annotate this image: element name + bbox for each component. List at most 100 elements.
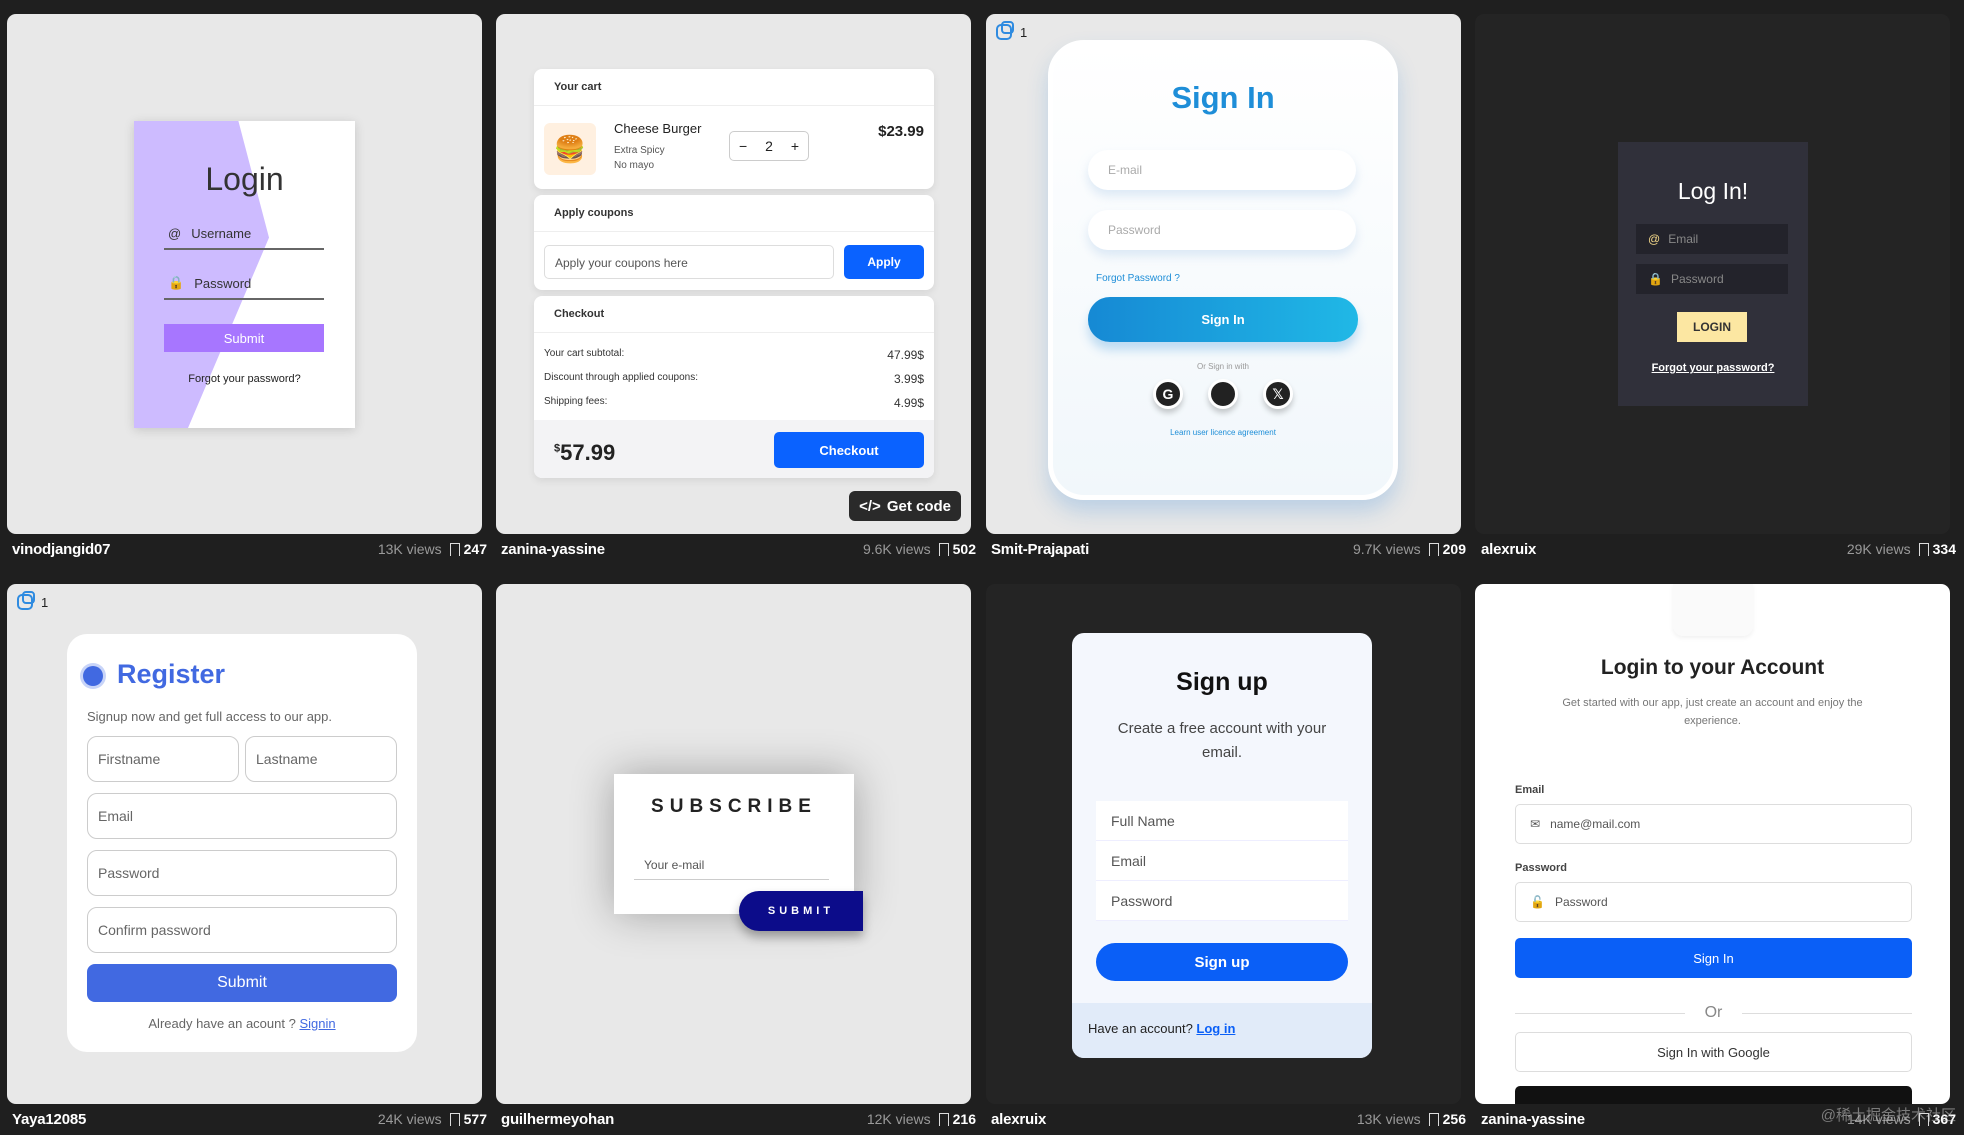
sign-up-button[interactable]: Sign up [1096, 943, 1348, 981]
lock-icon: 🔓 [1530, 895, 1545, 909]
card-preview-cart[interactable]: Your cart 🍔 Cheese Burger Extra Spicy No… [496, 14, 971, 534]
forgot-password-link[interactable]: Forgot your password? [134, 373, 355, 385]
bookmark-icon[interactable] [449, 1112, 460, 1129]
total-price: $57.99 [554, 440, 616, 465]
quantity-value: 2 [765, 138, 773, 154]
submit-button[interactable]: SUBMIT [739, 891, 863, 931]
apple-icon[interactable] [1208, 379, 1238, 409]
submit-button[interactable]: Submit [87, 964, 397, 1002]
sign-in-button[interactable]: Sign In [1088, 297, 1358, 342]
username-field[interactable]: @ Username [164, 218, 324, 250]
product-option: No mayo [614, 160, 655, 171]
author-name[interactable]: Yaya12085 [12, 1111, 86, 1128]
or-divider: Or [1515, 1004, 1912, 1022]
apply-button[interactable]: Apply [844, 245, 924, 279]
card-preview-sign-in[interactable]: 1 Sign In E-mail Password Forgot Passwor… [986, 14, 1461, 534]
card-footer: zanina-yassine 9.6K views 502 [501, 538, 976, 560]
bookmark-icon[interactable] [1428, 542, 1439, 559]
variant-badge[interactable]: 1 [996, 21, 1027, 40]
google-sign-in-button[interactable]: Sign In with Google [1515, 1032, 1912, 1072]
author-name[interactable]: alexruix [1481, 541, 1536, 558]
password-field[interactable]: Password [1096, 881, 1348, 921]
x-icon[interactable]: 𝕏 [1263, 379, 1293, 409]
bookmark-icon[interactable] [1918, 542, 1929, 559]
login-link[interactable]: Log in [1196, 1021, 1235, 1036]
signin-prompt: Already have an acount ? Signin [148, 1016, 336, 1031]
password-field[interactable]: 🔓 Password [1515, 882, 1912, 922]
signin-link[interactable]: Signin [299, 1016, 335, 1031]
save-count: 256 [1442, 1111, 1466, 1127]
coupon-section: Apply coupons Apply your coupons here Ap… [534, 195, 934, 290]
summary-row: Your cart subtotal: 47.99$ [544, 348, 924, 362]
card-preview-sign-up[interactable]: Sign up Create a free account with your … [986, 584, 1461, 1104]
login-subtitle: Get started with our app, just create an… [1562, 697, 1863, 727]
password-field[interactable]: 🔒 Password [164, 268, 324, 300]
email-field[interactable]: E-mail [1088, 150, 1356, 190]
coupon-input[interactable]: Apply your coupons here [544, 245, 834, 279]
lock-icon: 🔒 [1648, 272, 1663, 286]
bookmark-icon[interactable] [1428, 1112, 1439, 1129]
card-footer: guilhermeyohan 12K views 216 [501, 1108, 976, 1130]
save-count: 577 [463, 1111, 487, 1127]
card-preview-register[interactable]: 1 Register Signup now and get full acces… [7, 584, 482, 1104]
email-field[interactable]: Your e-mail [634, 852, 829, 880]
card-footer: Yaya12085 24K views 577 [12, 1108, 487, 1130]
checkout-button[interactable]: Checkout [774, 432, 924, 468]
view-count: 9.6K views [862, 541, 931, 557]
card-preview-login-purple[interactable]: Login @ Username 🔒 Password Submit Forgot … [7, 14, 482, 534]
forgot-password-link[interactable]: Forgot your password? [1618, 362, 1808, 374]
author-name[interactable]: alexruix [991, 1111, 1046, 1128]
google-icon[interactable]: G [1153, 379, 1183, 409]
lastname-field[interactable]: Lastname [245, 736, 397, 782]
variant-badge[interactable]: 1 [17, 591, 48, 610]
email-field[interactable]: Email [1096, 841, 1348, 881]
dark-sign-in-button[interactable] [1515, 1086, 1912, 1104]
email-field[interactable]: @ Email [1636, 224, 1788, 254]
bookmark-icon[interactable] [938, 1112, 949, 1129]
login-title: Login to your Account [1600, 656, 1825, 679]
sign-in-button[interactable]: Sign In [1515, 938, 1912, 978]
view-count: 13K views [1356, 1111, 1421, 1127]
bookmark-icon[interactable] [449, 542, 460, 559]
get-code-button[interactable]: </> Get code [849, 491, 961, 521]
email-field[interactable]: ✉ name@mail.com [1515, 804, 1912, 844]
license-link[interactable]: Learn user licence agreement [1053, 428, 1393, 437]
card-preview-subscribe[interactable]: SUBSCRIBE Your e-mail SUBMIT [496, 584, 971, 1104]
password-field[interactable]: 🔒 Password [1636, 264, 1788, 294]
logo-placeholder [1673, 584, 1753, 636]
cart-header: Your cart [534, 69, 934, 106]
sign-up-subtitle: Create a free account with your email. [1117, 720, 1327, 761]
card-footer: alexruix 29K views 334 [1481, 538, 1956, 560]
author-name[interactable]: vinodjangid07 [12, 541, 110, 558]
sign-in-title: Sign In [1171, 80, 1275, 115]
author-name[interactable]: Smit-Prajapati [991, 541, 1089, 558]
author-name[interactable]: zanina-yassine [1481, 1111, 1585, 1128]
forgot-password-link[interactable]: Forgot Password ? [1096, 273, 1180, 284]
view-count: 13K views [377, 541, 442, 557]
mail-icon: ✉ [1530, 817, 1541, 831]
login-prompt: Have an account? Log in [1072, 1003, 1372, 1058]
watermark: @稀土掘金技术社区 [1820, 1107, 1956, 1124]
minus-icon[interactable]: − [739, 138, 747, 154]
plus-icon[interactable]: + [791, 138, 799, 154]
author-name[interactable]: zanina-yassine [501, 541, 605, 558]
submit-button[interactable]: Submit [164, 324, 324, 352]
password-field[interactable]: Password [1088, 210, 1356, 250]
email-field[interactable]: Email [87, 793, 397, 839]
lock-icon: 🔒 [168, 275, 185, 290]
card-preview-log-in-dark[interactable]: Log In! @ Email 🔒 Password LOGIN Forgot yo… [1475, 14, 1950, 534]
quantity-stepper[interactable]: − 2 + [729, 131, 809, 161]
email-label: Email [1515, 784, 1545, 796]
save-count: 247 [463, 541, 487, 557]
login-button[interactable]: LOGIN [1677, 312, 1747, 342]
view-count: 12K views [866, 1111, 931, 1127]
password-field[interactable]: Password [87, 850, 397, 896]
confirm-password-field[interactable]: Confirm password [87, 907, 397, 953]
firstname-field[interactable]: Firstname [87, 736, 239, 782]
view-count: 29K views [1846, 541, 1911, 557]
bookmark-icon[interactable] [938, 542, 949, 559]
full-name-field[interactable]: Full Name [1096, 801, 1348, 841]
register-subtitle: Signup now and get full access to our ap… [87, 709, 332, 724]
card-preview-login-account[interactable]: Login to your Account Get started with o… [1475, 584, 1950, 1104]
author-name[interactable]: guilhermeyohan [501, 1111, 614, 1128]
